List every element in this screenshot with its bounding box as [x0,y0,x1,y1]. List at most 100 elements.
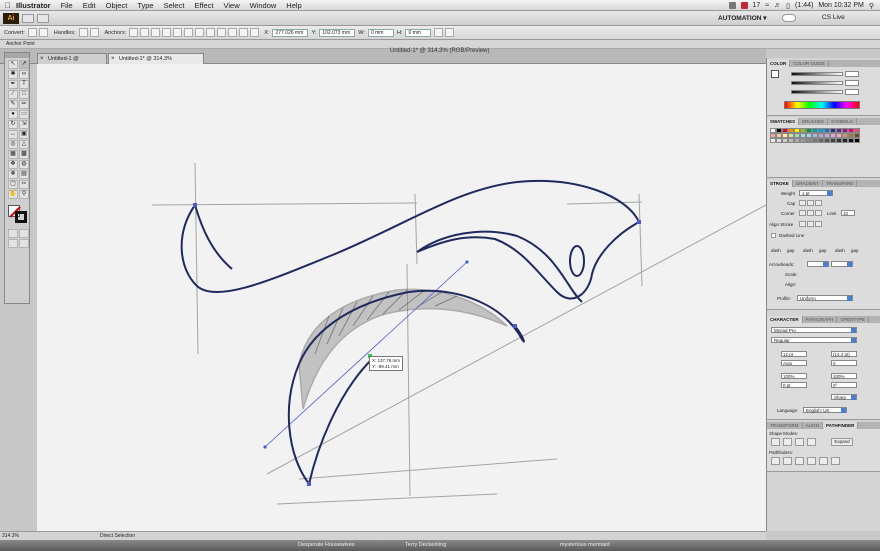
dock-item-1[interactable]: Desperate Housewives [298,540,355,551]
anchor-point[interactable] [193,203,197,207]
tail-path[interactable] [194,204,233,270]
magic-wand-tool-icon[interactable]: ✱ [8,70,18,79]
weight-select[interactable]: 1 pt [799,190,833,196]
volume-icon[interactable]: ♬ [774,2,781,9]
round-join-button[interactable] [807,210,814,216]
round-cap-button[interactable] [807,200,814,206]
trim-button[interactable] [783,457,792,465]
pen-tool-icon[interactable]: ✒ [8,80,18,89]
color-value-1[interactable] [845,71,859,77]
baseline-shift-field[interactable]: 0 pt [781,382,807,388]
character-rotation-field[interactable]: 0° [831,382,857,388]
tab-color-guide[interactable]: COLOR GUIDE [790,60,829,67]
sketch-artwork[interactable] [37,64,766,531]
type-tool-icon[interactable]: T [19,80,29,89]
align-center-button[interactable] [799,221,806,227]
blend-tool-icon[interactable]: ◍ [19,160,29,169]
dashed-line-checkbox[interactable] [771,233,776,238]
gradient-tool-icon[interactable]: ▩ [19,150,29,159]
direct-selection-tool-icon[interactable]: ↗ [19,60,29,69]
eraser-tool-icon[interactable]: ▭ [19,110,29,119]
lasso-tool-icon[interactable]: ∞ [19,70,29,79]
scale-tool-icon[interactable]: ⇲ [19,120,29,129]
line-tool-icon[interactable]: ∕ [8,90,18,99]
kerning-field[interactable]: Auto [781,360,807,366]
arrange-documents-button[interactable] [37,13,49,23]
hand-tool-icon[interactable]: ✋ [8,190,18,199]
spotlight-icon[interactable]: ⚲ [869,2,874,10]
profile-select[interactable]: Uniform [797,295,853,301]
start-arrow-select[interactable] [807,261,829,267]
tab-document-1[interactable]: × Untitled-1 @ 33.33% (RGB/Preview) [37,53,107,82]
swatch-grid[interactable] [770,128,860,143]
distribute-icon[interactable] [239,28,249,37]
bevel-join-button[interactable] [815,210,822,216]
tab-opentype[interactable]: OPENTYPE [837,316,869,323]
fill-color-swatch[interactable] [771,70,779,78]
close-icon[interactable]: × [111,54,115,64]
font-size-field[interactable]: 12 pt [781,351,807,357]
leading-field[interactable]: (14.4 pt) [831,351,857,357]
anchor-point[interactable] [307,482,311,486]
help-search-input[interactable] [782,14,796,22]
font-style-select[interactable]: Regular [771,337,857,343]
isolate-icon[interactable] [162,28,172,37]
menu-object[interactable]: Object [106,1,128,10]
current-tool[interactable]: Direct Selection [100,532,135,540]
align-bottom-icon[interactable] [228,28,238,37]
align-top-icon[interactable] [206,28,216,37]
color-mode-icon[interactable] [8,229,18,238]
color-value-2[interactable] [845,80,859,86]
font-family-select[interactable]: Myriad Pro [771,327,857,333]
tab-document-2[interactable]: × Untitled-1* @ 314.3% (RGB/Preview) [108,53,204,72]
stroke-swatch[interactable] [15,211,27,223]
anchor-point[interactable] [513,324,517,328]
cut-path-icon[interactable] [151,28,161,37]
fill-stroke-control[interactable] [8,205,28,223]
crop-button[interactable] [807,457,816,465]
anchor-points[interactable] [193,203,641,486]
width-tool-icon[interactable]: ↔ [8,130,18,139]
h-field[interactable]: 0 mm [405,28,432,37]
connect-anchor-icon[interactable] [140,28,150,37]
handle-line[interactable] [264,261,468,448]
swatch-cell[interactable] [854,138,860,143]
limit-field[interactable]: 10 [841,210,855,216]
artboard-tool-icon[interactable]: ▢ [8,180,18,189]
tab-brushes[interactable]: BRUSHES [799,118,828,125]
show-handles-icon[interactable] [78,28,88,37]
shape-builder-tool-icon[interactable]: ◎ [8,140,18,149]
align-right-icon[interactable] [195,28,205,37]
dock-item-3[interactable]: mysterious mermaid [560,540,610,551]
square-cap-button[interactable] [815,200,822,206]
butt-cap-button[interactable] [799,200,806,206]
zoom-level[interactable]: 314.3% [2,532,19,540]
divide-button[interactable] [771,457,780,465]
menu-view[interactable]: View [223,1,239,10]
blob-brush-tool-icon[interactable]: ● [8,110,18,119]
tab-paragraph[interactable]: PARAGRAPH [803,316,838,323]
menu-app-name[interactable]: Illustrator [16,1,51,10]
eye-path[interactable] [569,245,585,277]
handle-point[interactable] [465,260,469,264]
minus-back-button[interactable] [831,457,840,465]
minus-front-button[interactable] [783,438,792,446]
screen-mode-icon[interactable] [19,239,29,248]
tracking-field[interactable]: 0 [831,360,857,366]
align-inside-button[interactable] [807,221,814,227]
transform-icon[interactable] [434,28,444,37]
horizontal-scale-field[interactable]: 100% [781,373,807,379]
gradient-mode-icon[interactable] [19,229,29,238]
convert-corner-icon[interactable] [27,28,37,37]
handle-point[interactable] [263,445,267,449]
tab-transparency[interactable]: TRANSPARE [823,180,858,187]
paintbrush-tool-icon[interactable]: ✎ [8,100,18,109]
workspace-switcher[interactable]: AUTOMATION ▾ [718,14,767,22]
vector-paths[interactable] [180,180,641,485]
menu-select[interactable]: Select [164,1,185,10]
pencil-tool-icon[interactable]: ✏ [19,100,29,109]
x-field[interactable]: 277.026 mm [272,28,309,37]
zoom-tool-icon[interactable]: ⚲ [19,190,29,199]
draw-mode-icon[interactable] [8,239,18,248]
antialias-select[interactable]: Sharp [831,394,857,400]
